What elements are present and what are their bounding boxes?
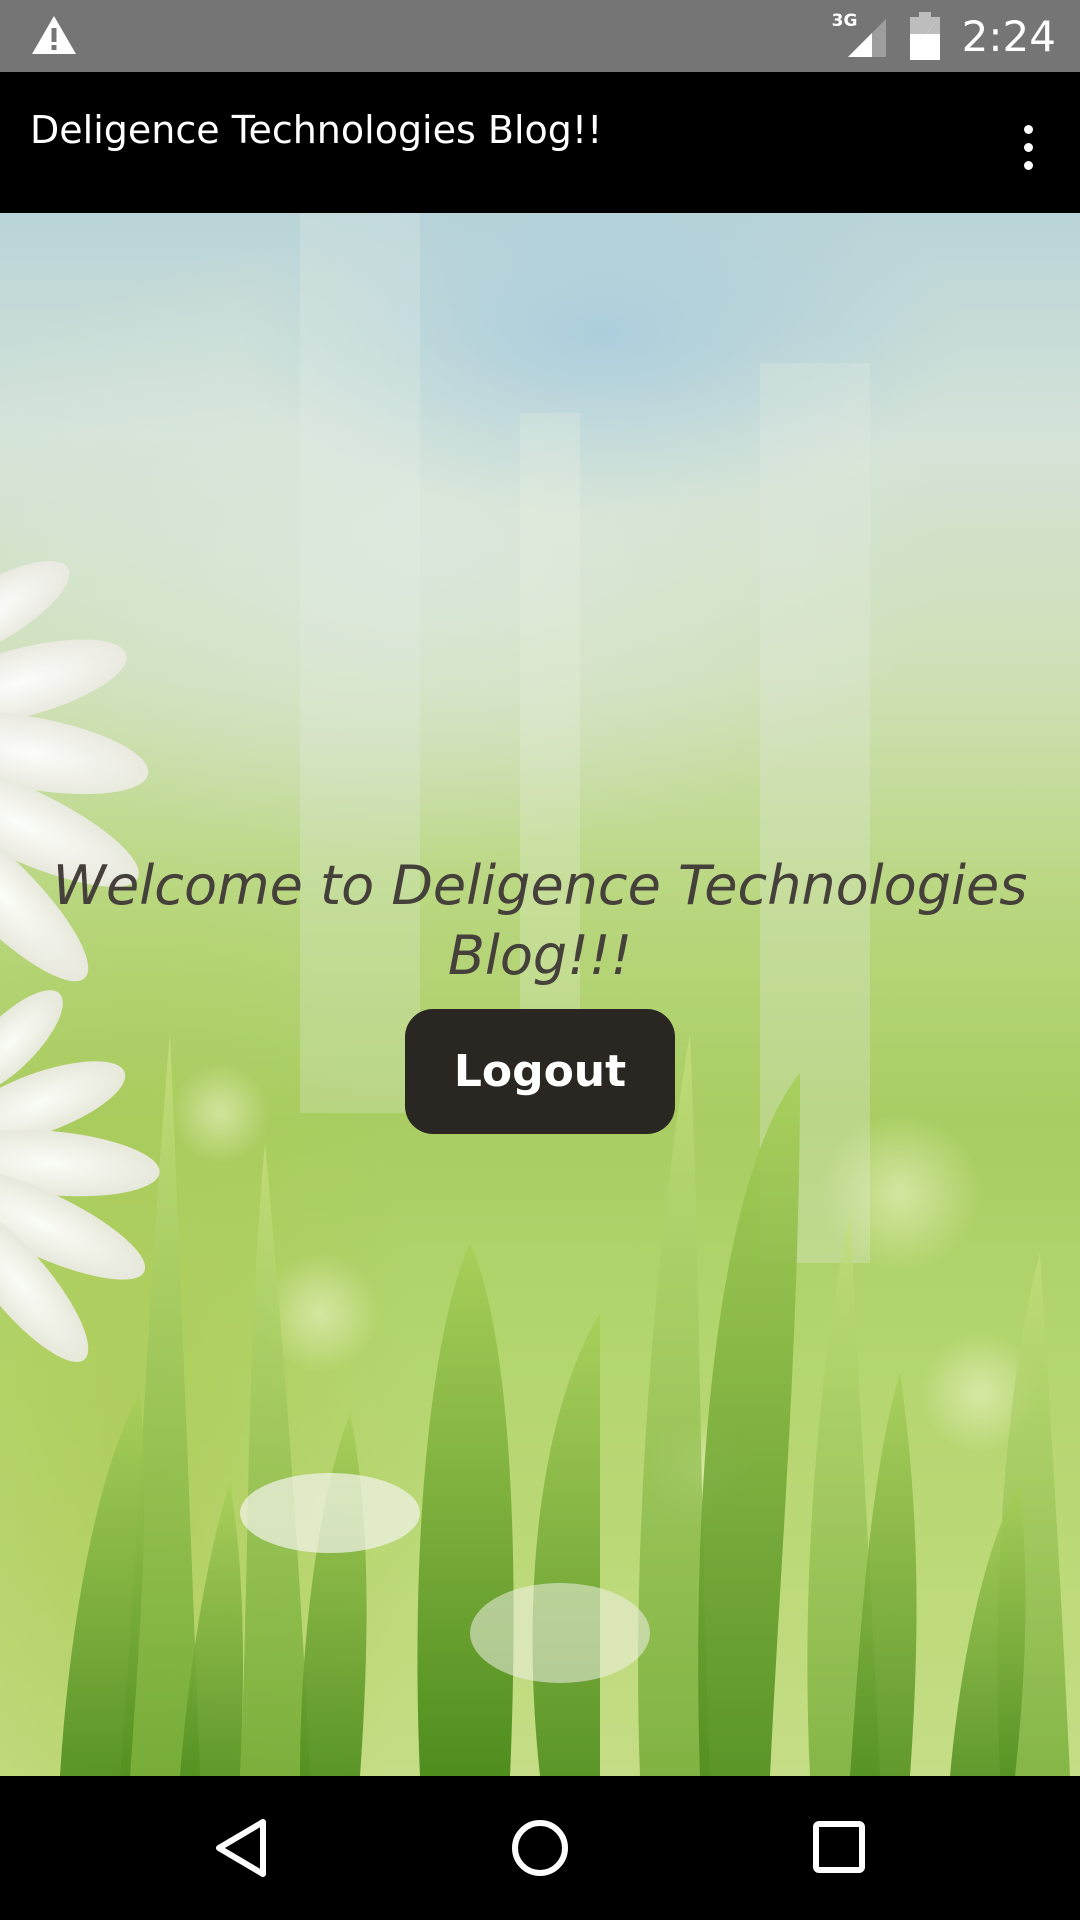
background-image [0, 213, 1070, 1776]
status-time: 2:24 [961, 11, 1056, 61]
screen: 3G 2:24 Deligence Technologies Blog!! We… [0, 0, 1080, 1920]
logout-button[interactable]: Logout [405, 1009, 675, 1134]
recents-icon[interactable] [800, 1808, 880, 1888]
overflow-dot [1023, 160, 1033, 170]
navigation-bar [0, 1776, 1080, 1920]
warning-icon [32, 16, 76, 54]
app-toolbar: Deligence Technologies Blog!! [0, 72, 1080, 213]
battery-icon [909, 12, 940, 60]
main-content: Welcome to Deligence Technologies Blog!!… [0, 213, 1080, 1776]
status-bar: 3G 2:24 [0, 0, 1080, 72]
more-vert-icon[interactable] [998, 112, 1058, 182]
signal-icon: 3G [832, 11, 888, 59]
back-icon[interactable] [201, 1808, 281, 1888]
home-icon[interactable] [500, 1808, 580, 1888]
overflow-dot [1023, 142, 1033, 152]
toolbar-title: Deligence Technologies Blog!! [30, 108, 603, 152]
status-icons: 3G 2:24 [832, 0, 1056, 72]
welcome-message: Welcome to Deligence Technologies Blog!!… [52, 854, 1028, 987]
overflow-dot [1023, 124, 1033, 134]
